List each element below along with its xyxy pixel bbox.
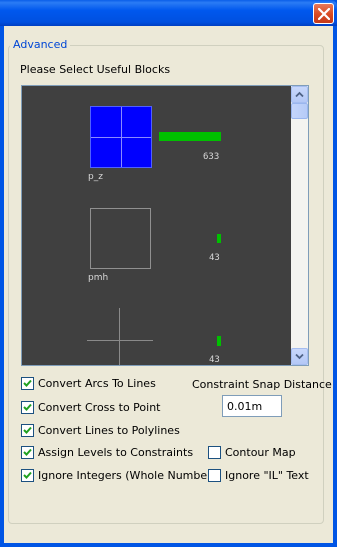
block-thumbnail-pmh[interactable] xyxy=(90,208,151,269)
block-usage-bar xyxy=(159,132,221,141)
scroll-down-button[interactable] xyxy=(291,348,308,365)
checkmark-icon xyxy=(23,448,32,456)
checkmark-icon xyxy=(23,403,32,411)
blocks-list[interactable]: 633 p_z 43 pmh 43 xyxy=(21,85,309,366)
snap-distance-label: Constraint Snap Distance xyxy=(192,378,332,391)
dialog-client-area: Advanced Please Select Useful Blocks 633… xyxy=(4,26,333,543)
dialog-window: Advanced Please Select Useful Blocks 633… xyxy=(0,0,337,547)
block-name: pmh xyxy=(88,273,109,283)
convert-lines-label: Convert Lines to Polylines xyxy=(38,424,180,437)
contour-map-option[interactable]: Contour Map xyxy=(208,446,296,459)
ignore-il-label: Ignore "IL" Text xyxy=(225,469,309,482)
snap-distance-input[interactable] xyxy=(222,395,282,417)
block-count: 43 xyxy=(209,253,220,263)
convert-lines-checkbox[interactable] xyxy=(21,424,34,437)
convert-cross-label: Convert Cross to Point xyxy=(38,401,161,414)
convert-arcs-option[interactable]: Convert Arcs To Lines xyxy=(21,377,156,390)
arrow-up-icon xyxy=(295,91,304,98)
block-usage-bar xyxy=(217,336,221,346)
ignore-integers-option[interactable]: Ignore Integers (Whole Numbers) xyxy=(21,469,222,482)
ignore-integers-label: Ignore Integers (Whole Numbers) xyxy=(38,469,222,482)
ignore-il-checkbox[interactable] xyxy=(208,469,221,482)
checkmark-icon xyxy=(23,471,32,479)
assign-levels-label: Assign Levels to Constraints xyxy=(38,446,194,459)
group-title: Advanced xyxy=(10,38,71,51)
close-icon xyxy=(318,8,330,20)
block-count: 633 xyxy=(203,152,220,162)
close-button[interactable] xyxy=(313,3,334,24)
convert-arcs-checkbox[interactable] xyxy=(21,377,34,390)
blocks-heading: Please Select Useful Blocks xyxy=(20,63,171,76)
checkmark-icon xyxy=(23,379,32,387)
convert-arcs-label: Convert Arcs To Lines xyxy=(38,377,156,390)
assign-levels-option[interactable]: Assign Levels to Constraints xyxy=(21,446,193,459)
checkmark-icon xyxy=(23,426,32,434)
scroll-up-button[interactable] xyxy=(291,86,308,103)
block-usage-bar xyxy=(217,234,221,243)
ignore-integers-checkbox[interactable] xyxy=(21,469,34,482)
arrow-down-icon xyxy=(295,353,304,360)
vertical-scrollbar[interactable] xyxy=(291,86,308,365)
block-count: 43 xyxy=(209,355,220,365)
contour-map-checkbox[interactable] xyxy=(208,446,221,459)
scroll-thumb[interactable] xyxy=(291,103,308,119)
contour-map-label: Contour Map xyxy=(225,446,296,459)
convert-cross-option[interactable]: Convert Cross to Point xyxy=(21,401,161,414)
convert-lines-option[interactable]: Convert Lines to Polylines xyxy=(21,424,180,437)
convert-cross-checkbox[interactable] xyxy=(21,401,34,414)
ignore-il-option[interactable]: Ignore "IL" Text xyxy=(208,469,309,482)
block-thumbnail-cross[interactable] xyxy=(87,308,153,365)
assign-levels-checkbox[interactable] xyxy=(21,446,34,459)
block-thumbnail-p-z[interactable] xyxy=(90,106,152,168)
title-bar[interactable] xyxy=(0,0,337,26)
block-name: p_z xyxy=(88,172,103,182)
